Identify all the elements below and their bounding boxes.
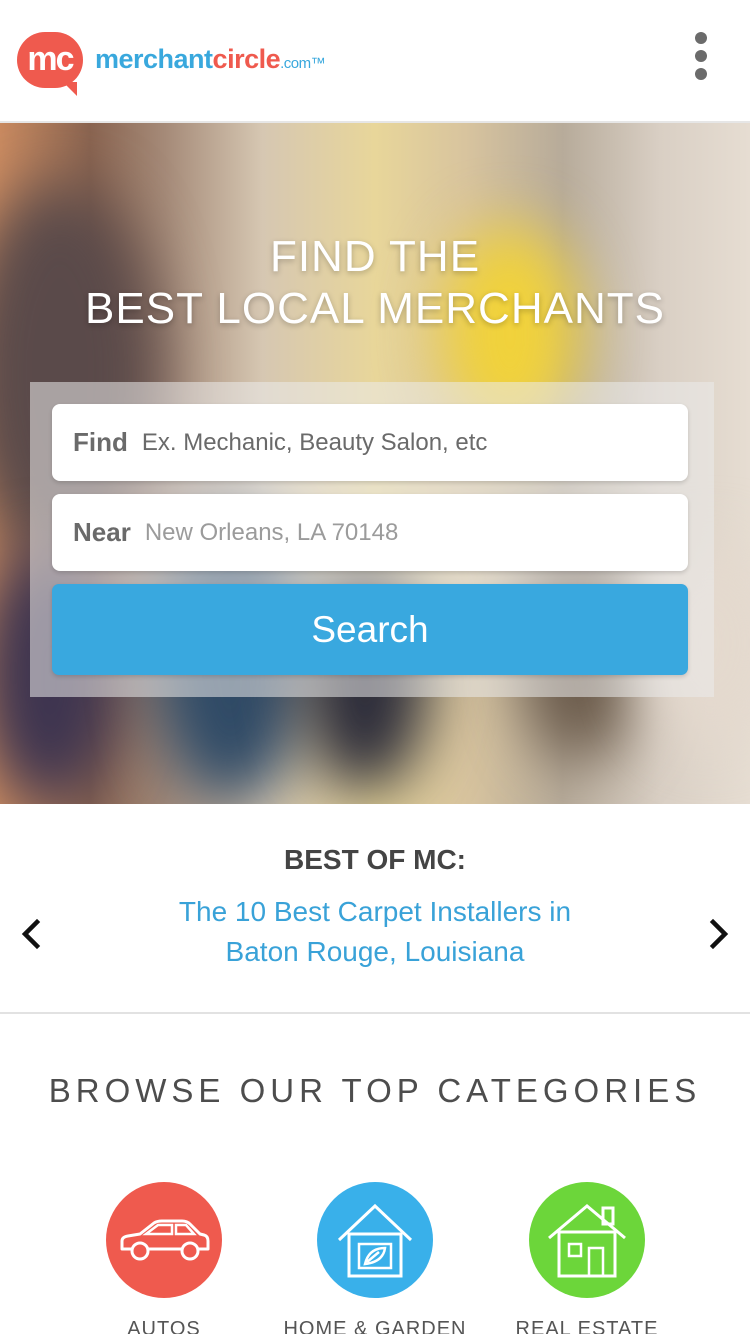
menu-dot [695,50,707,62]
overflow-menu-icon[interactable] [688,30,714,82]
category-label: HOME & GARDEN [283,1318,467,1334]
near-input[interactable] [144,518,688,547]
best-of-section: BEST OF MC: The 10 Best Carpet Installer… [0,804,750,1014]
logo-wordmark: merchantcircle.com™ [95,43,326,75]
menu-dot [695,32,707,44]
best-of-article-link[interactable]: The 10 Best Carpet Installers in Baton R… [140,892,610,972]
category-label: AUTOS [127,1318,201,1334]
house-leaf-icon [317,1182,433,1298]
search-button[interactable]: Search [52,584,688,675]
find-input[interactable] [141,428,688,457]
hero-headline-line1: FIND THE [269,232,481,281]
category-label: REAL ESTATE [515,1318,659,1334]
hero-headline: FIND THE BEST LOCAL MERCHANTS [0,231,750,335]
house-icon [529,1182,645,1298]
near-field[interactable]: Near [52,494,688,571]
logo-mark: mc [17,32,83,96]
category-home-garden[interactable]: HOME & GARDEN [275,1182,475,1334]
merchantcircle-logo[interactable]: mc merchantcircle.com™ [17,32,326,96]
hero-headline-line2: BEST LOCAL MERCHANTS [85,284,665,333]
chevron-left-icon[interactable] [16,914,46,954]
find-field[interactable]: Find [52,404,688,481]
logo-word-merchant: merchant [95,43,213,74]
logo-domain: .com™ [280,54,326,72]
best-of-title: BEST OF MC: [284,844,466,875]
hero-section: FIND THE BEST LOCAL MERCHANTS Find Near … [0,123,750,804]
find-label: Find [73,427,128,457]
categories-title: BROWSE OUR TOP CATEGORIES [48,1072,702,1109]
logo-word-circle: circle [212,43,281,74]
category-autos[interactable]: AUTOS [64,1182,264,1334]
app-header: mc merchantcircle.com™ [0,0,750,123]
category-real-estate[interactable]: REAL ESTATE [487,1182,687,1334]
menu-dot [695,68,707,80]
car-icon [106,1182,222,1298]
chevron-right-icon[interactable] [704,914,734,954]
search-panel: Find Near Search [30,382,714,697]
near-label: Near [73,517,131,547]
